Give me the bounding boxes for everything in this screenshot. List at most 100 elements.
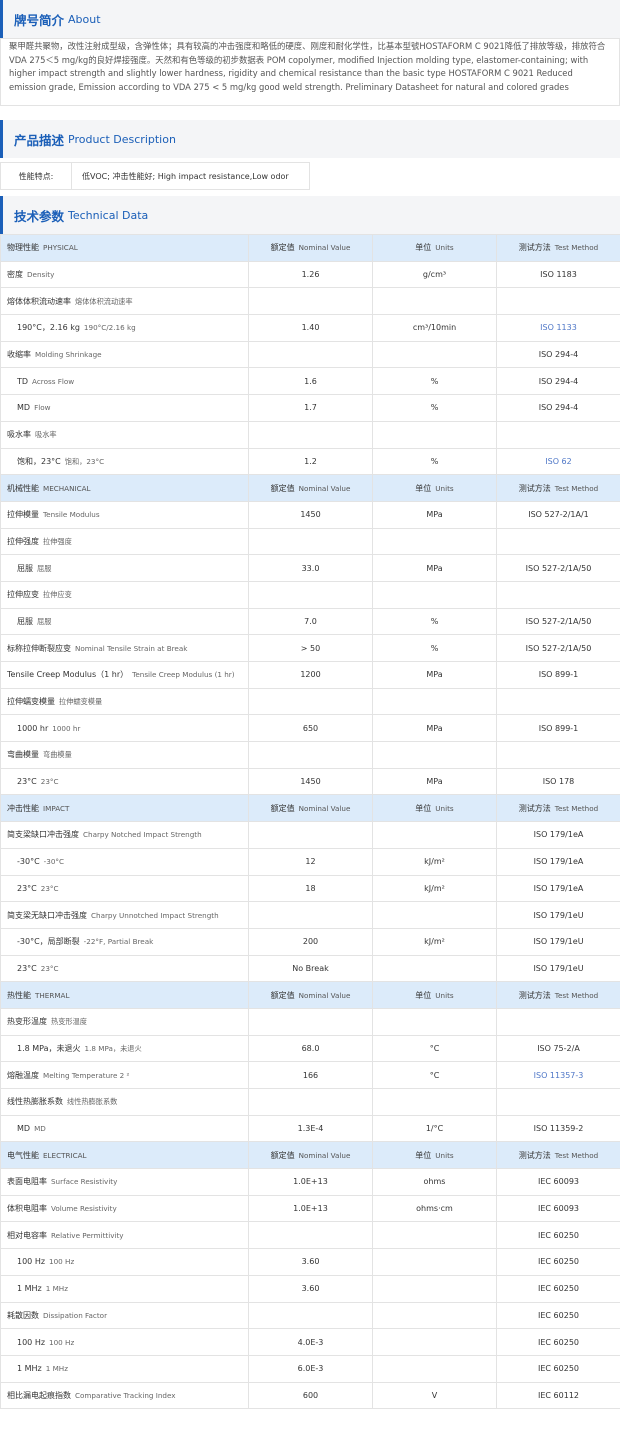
nominal-value-cell: [248, 527, 373, 556]
header-label-zh: 单位: [415, 483, 432, 493]
test-method-cell: ISO 527-2/1A/1: [496, 500, 620, 529]
property-name-zh: 100 Hz: [17, 1337, 46, 1347]
property-name-zh: 100 Hz: [17, 1257, 46, 1267]
nominal-value-header: 额定值 Nominal Value: [248, 981, 373, 1009]
category-name-cell: 机械性能 MECHANICAL: [0, 474, 249, 502]
test-method-header: 测试方法 Test Method: [496, 1141, 620, 1170]
property-row: 1 MHz 1 MHz 3.60 IEC 60250: [0, 1274, 620, 1303]
header-label-zh: 额定值: [270, 990, 295, 1000]
property-name-cell: 拉伸蠕变模量 拉伸蠕变模量: [0, 687, 249, 716]
property-name-cell: 23°C 23°C: [0, 767, 249, 796]
property-name-zh: 吸水率: [7, 430, 31, 440]
property-row: 收缩率 Molding Shrinkage ISO 294-4: [0, 340, 620, 369]
unit-cell: [372, 954, 497, 983]
nominal-value-cell: 1450: [248, 767, 373, 796]
property-row: 表面电阻率 Surface Resistivity 1.0E+13 ohms IEC 6…: [0, 1168, 620, 1196]
nominal-value-cell: 1.0E+13: [248, 1168, 373, 1196]
header-label-en: Units: [435, 990, 454, 1000]
test-method-header: 测试方法 Test Method: [496, 981, 620, 1009]
tech-title-zh: 技术参数: [14, 208, 65, 224]
property-name-en: Volume Resistivity: [51, 1204, 117, 1214]
property-name-cell: TD Across Flow: [0, 367, 249, 396]
unit-cell: [372, 1274, 497, 1303]
about-title-en: About: [68, 12, 101, 26]
nominal-value-cell: [248, 1007, 373, 1036]
property-name-cell: 屈服 屈服: [0, 554, 249, 582]
test-method-cell: [496, 527, 620, 556]
property-name-en: Charpy Notched Impact Strength: [83, 830, 202, 840]
nominal-value-cell: 600: [248, 1381, 373, 1410]
unit-cell: MPa: [372, 500, 497, 529]
header-label-zh: 测试方法: [518, 803, 551, 813]
category-name-cell: 热性能 THERMAL: [0, 981, 249, 1009]
test-method-cell: IEC 60112: [496, 1381, 620, 1410]
unit-cell: [372, 821, 497, 849]
property-name-zh: 线性热膨胀系数: [7, 1097, 63, 1107]
unit-cell: [372, 1221, 497, 1250]
unit-cell: [372, 1354, 497, 1383]
nominal-value-header: 额定值 Nominal Value: [248, 1141, 373, 1170]
property-name-cell: MD Flow: [0, 394, 249, 422]
tech-data-table: 物理性能 PHYSICAL 额定值 Nominal Value 单位 Units 测试方法 T…: [0, 234, 620, 1410]
category-header-row: 热性能 THERMAL 额定值 Nominal Value 单位 Units 测试方法 Tes…: [0, 981, 620, 1009]
property-name-en: 吸水率: [35, 430, 57, 440]
nominal-value-cell: [248, 1301, 373, 1330]
category-header-row: 物理性能 PHYSICAL 额定值 Nominal Value 单位 Units 测试方法 T…: [0, 234, 620, 262]
property-name-zh: 1 MHz: [17, 1284, 42, 1294]
test-method-cell[interactable]: ISO 11357-3: [496, 1061, 620, 1089]
test-method-cell: ISO 1183: [496, 260, 620, 289]
header-label-zh: 额定值: [270, 483, 295, 493]
unit-cell: [372, 420, 497, 449]
unit-cell: 1/°C: [372, 1114, 497, 1143]
property-row: 耗散因数 Dissipation Factor IEC 60250: [0, 1301, 620, 1330]
property-name-en: 100 Hz: [49, 1257, 75, 1267]
unit-cell: [372, 687, 497, 716]
test-method-cell[interactable]: ISO 1133: [496, 314, 620, 342]
property-name-zh: MD: [17, 403, 31, 413]
property-name-en: Molding Shrinkage: [35, 350, 102, 360]
property-name-cell: 表面电阻率 Surface Resistivity: [0, 1168, 249, 1196]
property-name-en: 190°C/2.16 kg: [83, 323, 136, 333]
property-name-zh: MD: [17, 1124, 31, 1134]
unit-cell: %: [372, 607, 497, 636]
property-name-en: Density: [27, 270, 55, 280]
nominal-value-cell: 3.60: [248, 1274, 373, 1303]
product-title-zh: 产品描述: [14, 132, 65, 148]
property-name-en: Melting Temperature 2 ²: [43, 1070, 130, 1080]
header-label-en: Test Method: [554, 803, 599, 813]
property-name-en: 屈服: [37, 616, 52, 626]
property-row: 拉伸应变 拉伸应变: [0, 580, 620, 609]
property-name-zh: 屈服: [17, 563, 33, 573]
datasheet-page: 牌号简介 About 聚甲醛共聚物，改性注射成型级，含弹性体；具有较高的冲击强度…: [0, 0, 620, 1410]
test-method-header: 测试方法 Test Method: [496, 474, 620, 502]
property-name-cell: 100 Hz 100 Hz: [0, 1248, 249, 1276]
test-method-cell: IEC 60250: [496, 1221, 620, 1250]
nominal-value-cell: [248, 1221, 373, 1250]
category-name-en: PHYSICAL: [43, 243, 78, 253]
property-name-en: 1.8 MPa，未退火: [84, 1043, 142, 1053]
unit-cell: %: [372, 634, 497, 662]
nominal-value-cell: 650: [248, 714, 373, 743]
test-method-cell: IEC 60250: [496, 1301, 620, 1330]
property-row: 23°C 23°C 18 kJ/m² ISO 179/1eA: [0, 874, 620, 903]
test-method-cell: IEC 60250: [496, 1328, 620, 1356]
property-name-cell: 饱和，23°C 饱和，23°C: [0, 447, 249, 476]
header-label-zh: 测试方法: [518, 1150, 551, 1160]
unit-cell: ohms: [372, 1168, 497, 1196]
product-feature-row: 性能特点: 低VOC; 冲击性能好; High impact resistanc…: [0, 162, 310, 190]
test-method-cell: ISO 294-4: [496, 394, 620, 422]
nominal-value-cell: 1.40: [248, 314, 373, 342]
property-name-en: -30°C: [43, 857, 65, 867]
unit-cell: [372, 1088, 497, 1116]
units-header: 单位 Units: [372, 234, 497, 262]
header-label-zh: 测试方法: [518, 990, 551, 1000]
test-method-cell[interactable]: ISO 62: [496, 447, 620, 476]
unit-cell: °C: [372, 1034, 497, 1063]
test-method-cell: ISO 294-4: [496, 340, 620, 369]
header-label-en: Test Method: [554, 483, 599, 493]
category-name-en: IMPACT: [43, 803, 70, 813]
property-name-cell: 1000 hr 1000 hr: [0, 714, 249, 743]
property-name-zh: Tensile Creep Modulus（1 hr）: [7, 670, 129, 680]
property-name-zh: 熔体体积流动速率: [7, 296, 71, 306]
unit-cell: [372, 340, 497, 369]
